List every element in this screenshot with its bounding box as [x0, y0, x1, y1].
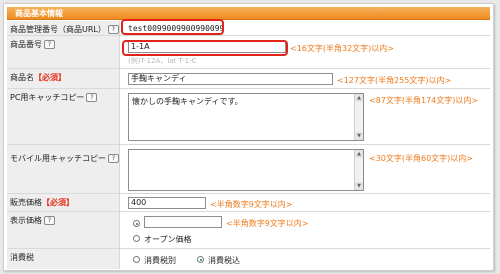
product-number-input[interactable]: 1-1A [128, 41, 286, 53]
label-display-price: 表示価格? [7, 212, 120, 248]
scroll-up-arrow-icon[interactable]: ▲ [355, 94, 363, 102]
product-name-input[interactable]: 手鞠キャンディ [128, 73, 333, 85]
label-product-name: 商品名【必須】 [7, 69, 120, 88]
product-url-id-value: test0099009900990099 [128, 24, 225, 33]
form-panel: 商品基本情報 商品管理番号（商品URL）? test00990099009900… [3, 3, 494, 271]
label-consumption-tax: 消費税 [7, 249, 120, 269]
tax-included-label: 消費税込 [208, 256, 240, 265]
row-mobile-catch-copy: モバイル用キャッチコピー? ▲ ▼ <30文字(半角60文字)以内> [7, 145, 490, 194]
scrollbar[interactable]: ▲ ▼ [354, 150, 363, 190]
label-product-number: 商品番号? [7, 36, 120, 68]
scroll-up-arrow-icon[interactable]: ▲ [355, 150, 363, 158]
scroll-down-arrow-icon[interactable]: ▼ [355, 182, 363, 190]
tax-excluded-label: 消費税別 [144, 256, 176, 265]
row-consumption-tax: 消費税 消費税別 消費税込 [7, 249, 490, 269]
row-product-url-id: 商品管理番号（商品URL）? test0099009900990099 [7, 21, 490, 36]
help-icon[interactable]: ? [107, 25, 119, 34]
required-badge: 【必須】 [42, 198, 74, 207]
label-product-url-id: 商品管理番号（商品URL）? [7, 21, 120, 35]
label-mobile-catch-copy: モバイル用キャッチコピー? [7, 145, 120, 193]
row-product-number: 商品番号? 1-1A <16文字(半角32文字)以内> (例)T-12A、lat… [7, 36, 490, 69]
display-price-input[interactable] [144, 216, 222, 228]
help-icon[interactable]: ? [108, 154, 119, 163]
display-price-custom-radio[interactable] [133, 220, 140, 227]
pc-catch-copy-textarea[interactable]: 懐かしの手鞠キャンディです。 ▲ ▼ [128, 93, 364, 141]
required-badge: 【必須】 [34, 73, 66, 82]
tax-included-radio[interactable] [197, 256, 204, 263]
mobile-catch-copy-hint: <30文字(半角60文字)以内> [369, 154, 474, 163]
product-number-hint: <16文字(半角32文字)以内> [290, 44, 395, 53]
scrollbar[interactable]: ▲ ▼ [354, 94, 363, 140]
product-number-example: (例)T-12A、lat T-1-C [128, 57, 197, 65]
row-display-price: 表示価格? <半角数字9文字以内> オープン価格 [7, 212, 490, 249]
label-pc-catch-copy: PC用キャッチコピー? [7, 89, 120, 144]
open-price-radio[interactable] [133, 235, 140, 242]
row-pc-catch-copy: PC用キャッチコピー? 懐かしの手鞠キャンディです。 ▲ ▼ <87文字(半角1… [7, 89, 490, 145]
sale-price-hint: <半角数字9文字以内> [210, 200, 293, 209]
sale-price-input[interactable]: 400 [128, 197, 206, 209]
tax-excluded-radio[interactable] [133, 256, 140, 263]
help-icon[interactable]: ? [86, 93, 98, 102]
open-price-label: オープン価格 [144, 235, 192, 244]
row-product-name: 商品名【必須】 手鞠キャンディ <127文字(半角255文字)以内> [7, 69, 490, 89]
help-icon[interactable]: ? [44, 40, 55, 49]
scroll-down-arrow-icon[interactable]: ▼ [355, 132, 363, 140]
row-sale-price: 販売価格【必須】 400 <半角数字9文字以内> [7, 194, 490, 212]
label-sale-price: 販売価格【必須】 [7, 194, 120, 211]
help-icon[interactable]: ? [44, 216, 55, 225]
pc-catch-copy-hint: <87文字(半角174文字)以内> [369, 96, 479, 105]
section-header: 商品基本情報 [7, 7, 490, 20]
display-price-hint: <半角数字9文字以内> [226, 219, 309, 228]
product-name-hint: <127文字(半角255文字)以内> [337, 76, 452, 85]
mobile-catch-copy-textarea[interactable]: ▲ ▼ [128, 149, 364, 191]
